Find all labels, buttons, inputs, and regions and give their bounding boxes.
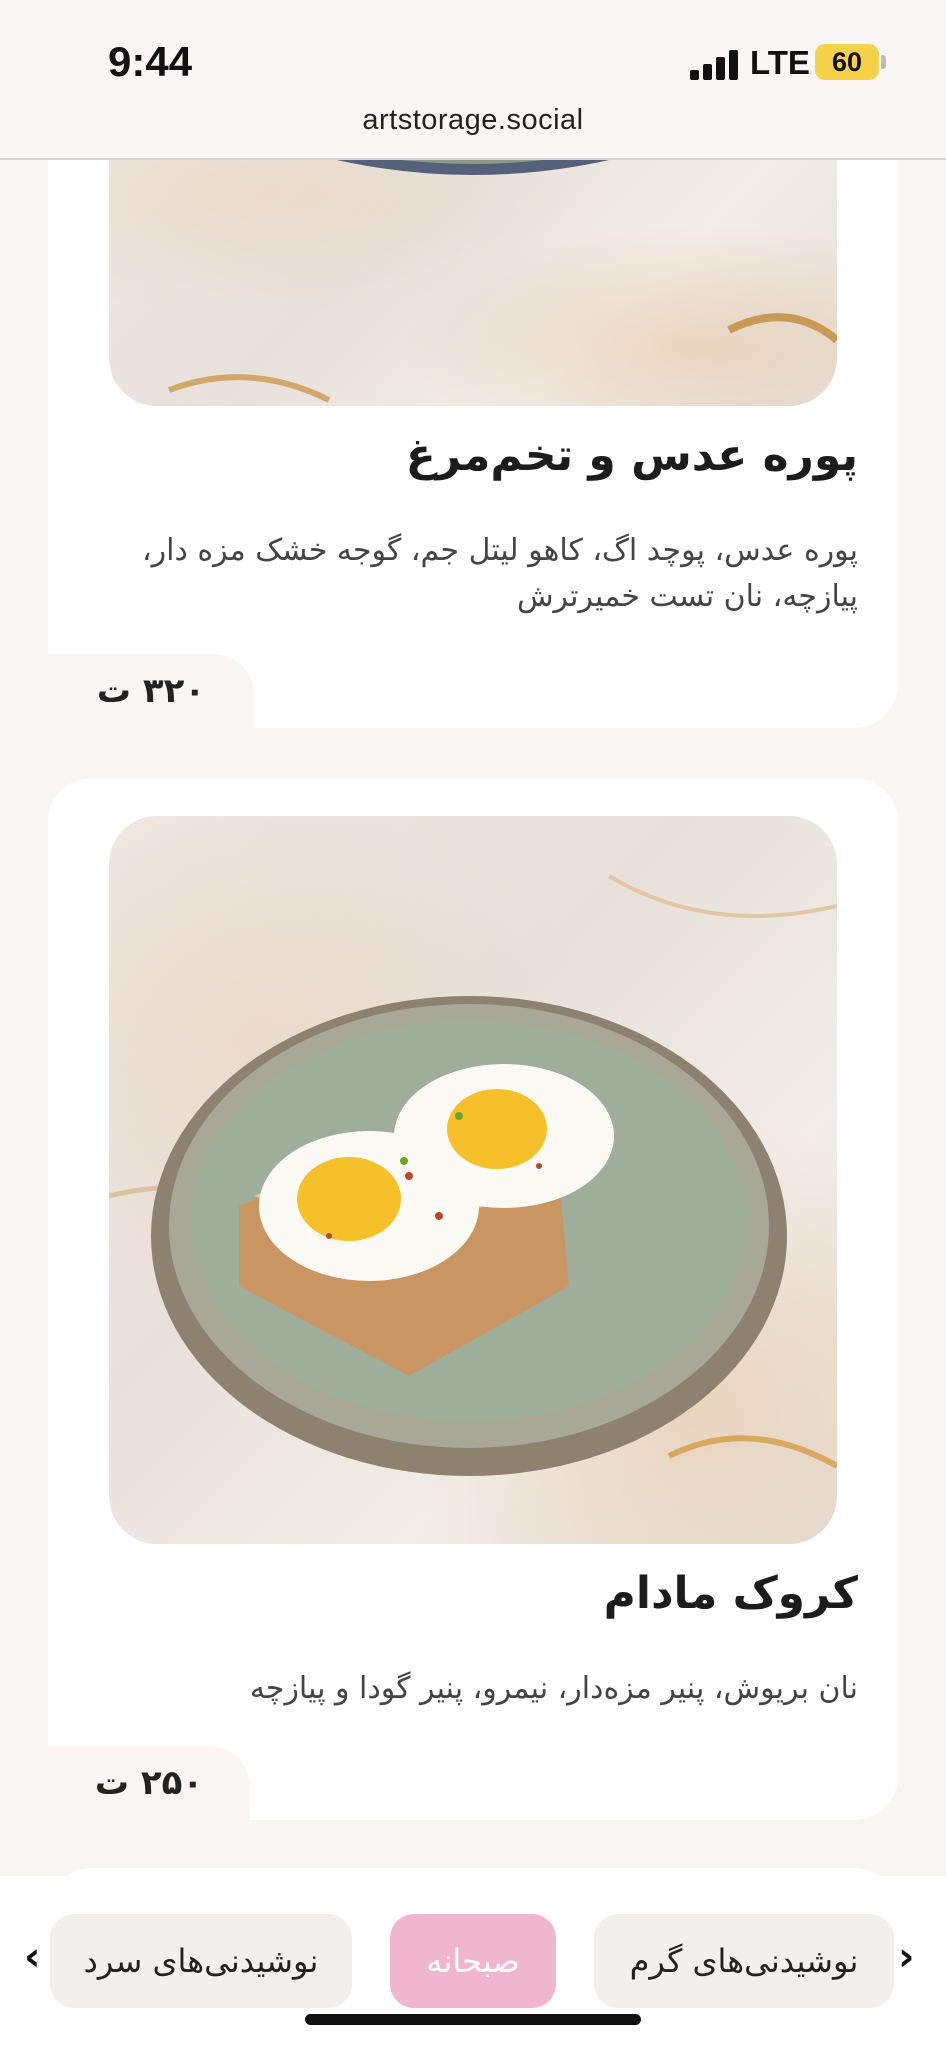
chevron-left-icon[interactable]: ‹ (24, 1934, 40, 1980)
status-bar: 9:44 LTE 60 artstorage.social (0, 0, 946, 160)
chevron-right-icon[interactable]: › (898, 1934, 914, 1980)
battery-tip (881, 55, 886, 69)
address-bar[interactable]: artstorage.social (0, 104, 946, 137)
dish-description: پوره عدس، پوچد اگ، کاهو لیتل جم، گوجه خش… (141, 533, 858, 614)
status-time: 9:44 (108, 38, 193, 85)
network-label: LTE (750, 44, 810, 81)
category-hot-drinks[interactable]: نوشیدنی‌های گرم (594, 1914, 894, 2008)
dish-photo (109, 816, 837, 1544)
dish-description: نان بریوش، پنیر مزه‌دار، نیمرو، پنیر گود… (249, 1671, 858, 1706)
menu-item-card[interactable]: پوره عدس و تخم‌مرغ پوره عدس، پوچد اگ، کا… (48, 100, 898, 728)
signal-icon (690, 50, 738, 80)
battery-icon: 60 (815, 44, 879, 80)
dish-title: پوره عدس و تخم‌مرغ (405, 430, 858, 481)
menu-item-card[interactable]: کروک مادام نان بریوش، پنیر مزه‌دار، نیمر… (48, 778, 898, 1820)
price-tag: ۲۵۰ ت (48, 1746, 250, 1820)
category-breakfast[interactable]: صبحانه (390, 1914, 556, 2008)
home-indicator (305, 2014, 641, 2025)
dish-title: کروک مادام (603, 1568, 858, 1619)
category-cold-drinks[interactable]: نوشیدنی‌های سرد (50, 1914, 352, 2008)
price-tag: ۳۲۰ ت (48, 654, 254, 728)
